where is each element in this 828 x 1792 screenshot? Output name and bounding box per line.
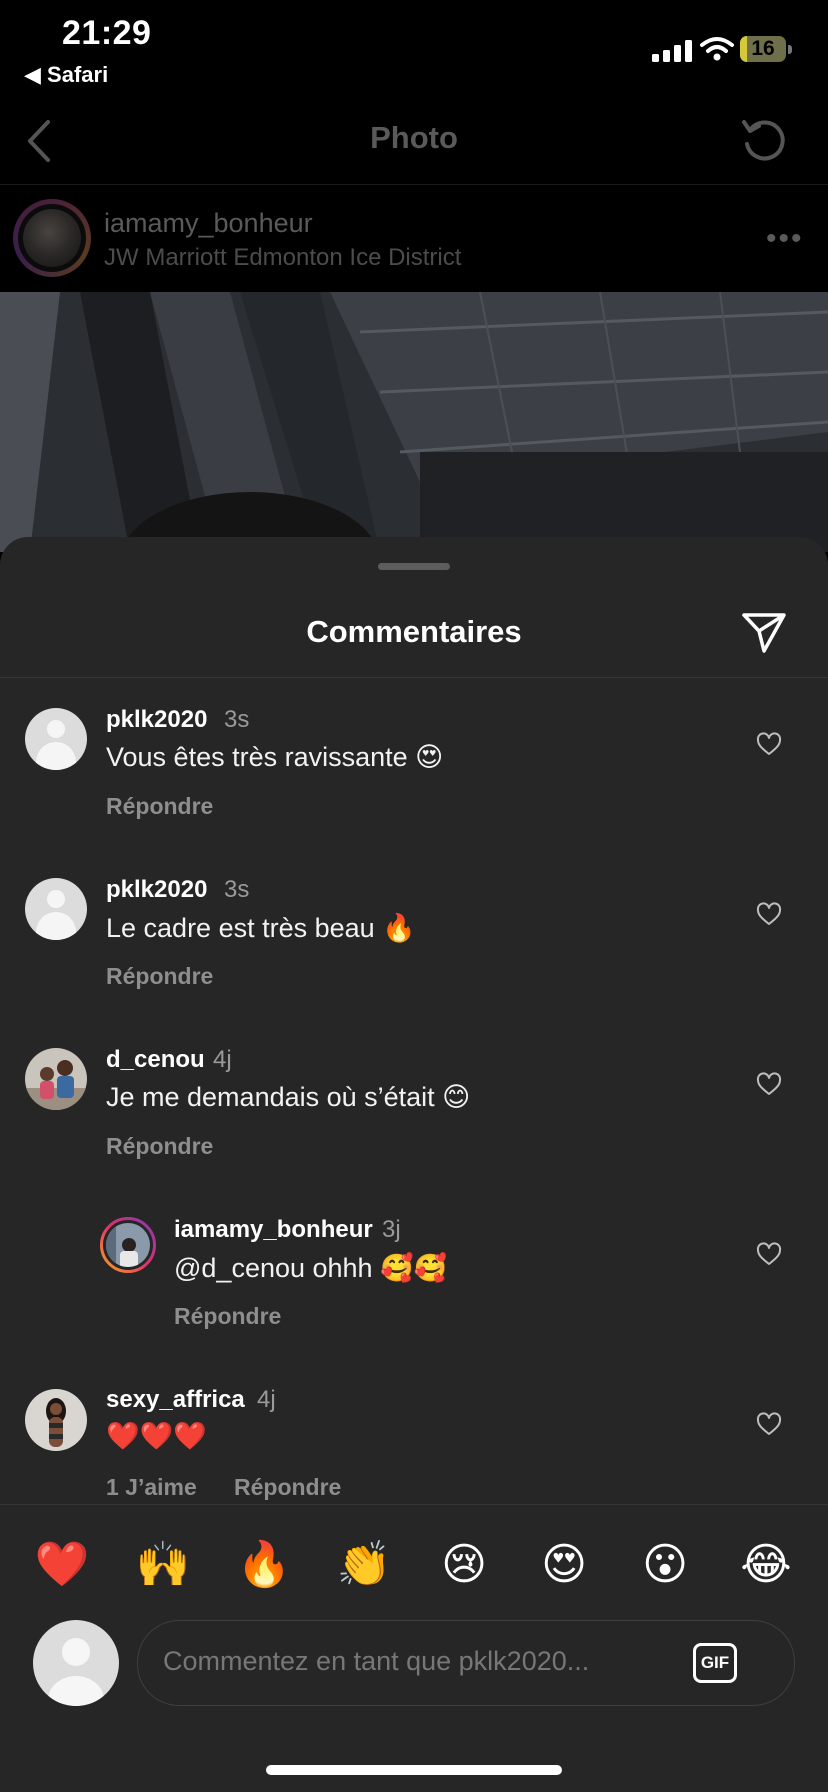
reply-button[interactable]: Répondre bbox=[106, 963, 213, 990]
commenter-avatar[interactable] bbox=[100, 1217, 156, 1273]
reply-button[interactable]: Répondre bbox=[106, 1133, 213, 1160]
like-heart-icon[interactable] bbox=[756, 902, 782, 926]
comment-text: Je me demandais où s’était 😊 bbox=[106, 1082, 471, 1112]
comment-like-count[interactable]: 1 J’aime bbox=[106, 1474, 197, 1501]
emoji-surprised-button[interactable]: 😮 bbox=[635, 1535, 695, 1595]
emoji-laughing-button[interactable]: 😂 bbox=[736, 1535, 796, 1595]
post-photo bbox=[0, 292, 828, 552]
post-author-username[interactable]: iamamy_bonheur bbox=[104, 208, 313, 239]
comments-title: Commentaires bbox=[306, 614, 522, 649]
emoji-raising-hands-button[interactable]: 🙌 bbox=[133, 1535, 193, 1595]
comment-text: @d_cenou ohhh 🥰🥰 bbox=[174, 1253, 448, 1283]
emoji-clapping-button[interactable]: 👏 bbox=[334, 1535, 394, 1595]
emoji-red-heart-button[interactable]: ❤️ bbox=[32, 1535, 92, 1595]
comment-time: 4j bbox=[257, 1386, 276, 1413]
comment-username[interactable]: pklk2020 bbox=[106, 876, 207, 904]
comment-username[interactable]: d_cenou bbox=[106, 1046, 205, 1074]
comment-input-placeholder[interactable]: Commentez en tant que pklk2020... bbox=[163, 1646, 589, 1677]
back-to-safari-link[interactable]: ◀ Safari bbox=[24, 62, 108, 88]
commenter-avatar[interactable] bbox=[25, 1048, 87, 1110]
commenter-avatar[interactable] bbox=[25, 708, 87, 770]
like-heart-icon[interactable] bbox=[756, 1412, 782, 1436]
post-location[interactable]: JW Marriott Edmonton Ice District bbox=[104, 244, 461, 272]
commenter-avatar[interactable] bbox=[25, 878, 87, 940]
wifi-icon bbox=[700, 37, 734, 61]
reply-button[interactable]: Répondre bbox=[234, 1474, 341, 1501]
divider bbox=[0, 184, 828, 185]
sheet-grabber[interactable] bbox=[378, 563, 450, 570]
comment-time: 4j bbox=[213, 1046, 232, 1073]
comment-text: Le cadre est très beau 🔥 bbox=[106, 913, 416, 943]
emoji-heart-eyes-button[interactable]: 😍 bbox=[534, 1535, 594, 1595]
refresh-icon[interactable] bbox=[740, 116, 788, 164]
like-heart-icon[interactable] bbox=[756, 1072, 782, 1096]
comment-username[interactable]: sexy_affrica bbox=[106, 1386, 245, 1414]
post-author-avatar[interactable] bbox=[13, 199, 91, 277]
cellular-signal-icon bbox=[652, 40, 692, 62]
battery-percent: 16 bbox=[751, 37, 775, 60]
comment-text: Vous êtes très ravissante 😍 bbox=[106, 742, 444, 772]
comment-time: 3j bbox=[382, 1216, 401, 1243]
reply-button[interactable]: Répondre bbox=[174, 1303, 281, 1330]
page-title: Photo bbox=[370, 120, 458, 155]
more-options-icon[interactable]: ••• bbox=[766, 222, 804, 256]
status-time: 21:29 bbox=[62, 14, 152, 52]
divider bbox=[0, 1504, 828, 1505]
commenter-avatar[interactable] bbox=[25, 1389, 87, 1451]
emoji-crying-button[interactable]: 😢 bbox=[434, 1535, 494, 1595]
comment-time: 3s bbox=[224, 706, 250, 733]
reply-button[interactable]: Répondre bbox=[106, 793, 213, 820]
current-user-avatar bbox=[33, 1620, 119, 1706]
battery-indicator: 16 bbox=[740, 36, 792, 62]
comment-username[interactable]: iamamy_bonheur bbox=[174, 1216, 373, 1244]
like-heart-icon[interactable] bbox=[756, 732, 782, 756]
like-heart-icon[interactable] bbox=[756, 1242, 782, 1266]
home-indicator bbox=[266, 1765, 562, 1775]
emoji-fire-button[interactable]: 🔥 bbox=[234, 1535, 294, 1595]
send-icon[interactable] bbox=[740, 609, 788, 655]
gif-button[interactable]: GIF bbox=[693, 1643, 737, 1683]
comment-time: 3s bbox=[224, 876, 250, 903]
divider bbox=[0, 677, 828, 678]
comment-username[interactable]: pklk2020 bbox=[106, 706, 207, 734]
comment-text: ❤️❤️❤️ bbox=[106, 1421, 207, 1451]
